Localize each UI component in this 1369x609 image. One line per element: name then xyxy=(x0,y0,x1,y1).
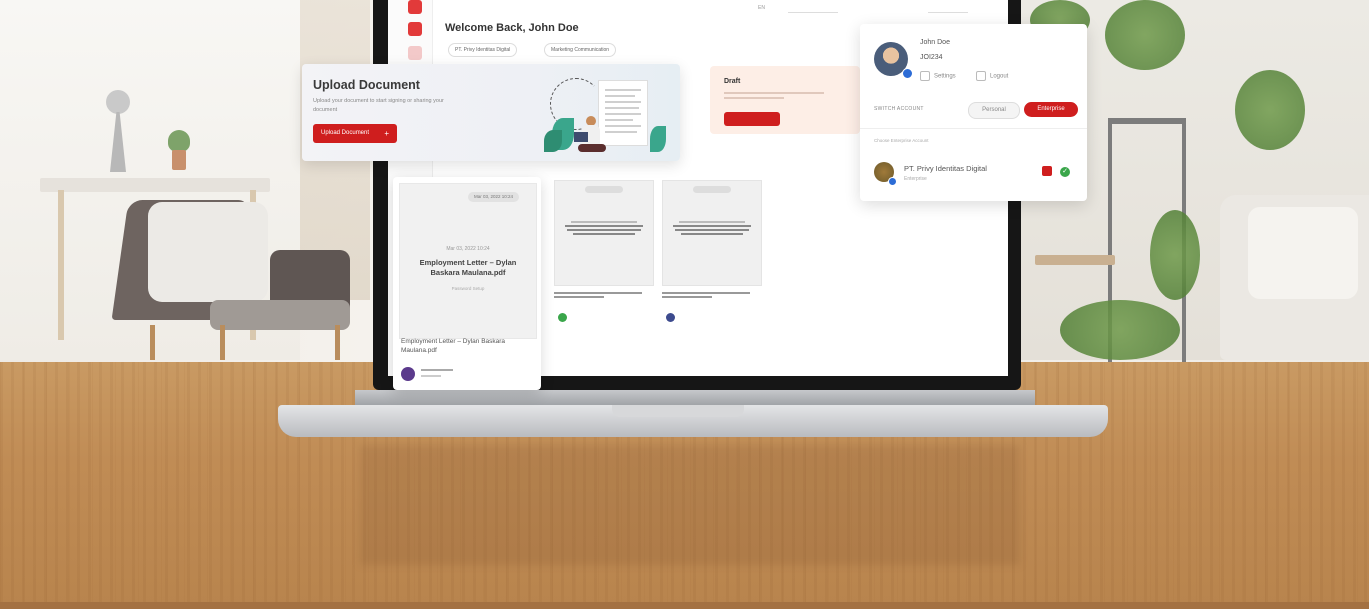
upload-document-button[interactable]: Upload Document + xyxy=(313,124,397,143)
console-table xyxy=(40,178,270,192)
plus-icon: + xyxy=(384,129,389,138)
lamp xyxy=(100,90,136,174)
date-pill xyxy=(693,186,731,193)
topbar-search[interactable] xyxy=(788,5,838,13)
potted-plant xyxy=(168,130,190,170)
console-leg xyxy=(58,190,64,340)
upload-title: Upload Document xyxy=(313,78,420,92)
document-illustration xyxy=(598,80,648,146)
draft-button[interactable] xyxy=(724,112,780,126)
sidebar-doc-icon[interactable] xyxy=(408,46,422,60)
plant xyxy=(1150,210,1200,300)
document-meta xyxy=(662,290,760,300)
settings-label: Settings xyxy=(934,73,956,80)
topbar-lang[interactable]: EN xyxy=(758,5,765,11)
document-name: Employment Letter – Dylan Baskara Maulan… xyxy=(419,258,517,277)
date-pill xyxy=(585,186,623,193)
password-note: Password Setup xyxy=(451,286,485,291)
document-file-name: Employment Letter – Dylan Baskara Maulan… xyxy=(401,338,506,354)
document-meta xyxy=(554,290,652,300)
upload-description: Upload your document to start signing or… xyxy=(313,98,444,113)
enterprise-icon xyxy=(1042,166,1052,176)
plant xyxy=(1060,300,1180,360)
account-name: John Doe xyxy=(920,39,950,46)
document-preview: Mar 03, 2022 10:24 Mar 03, 2022 10:24 Em… xyxy=(399,183,537,339)
gear-icon xyxy=(920,71,930,81)
department-chip[interactable]: Marketing Communication xyxy=(544,43,617,57)
enterprise-button[interactable]: Enterprise xyxy=(1024,102,1078,117)
verified-badge-icon xyxy=(902,68,913,79)
upload-button-label: Upload Document xyxy=(321,130,370,136)
document-title-lines xyxy=(669,219,755,237)
stool xyxy=(1035,255,1115,265)
draft-card: Draft xyxy=(710,66,860,134)
account-switcher-card: John Doe JOI234 Settings Logout SWITCH A… xyxy=(860,24,1087,201)
avatar xyxy=(558,313,567,322)
enterprise-name: PT. Privy Identitas Digital xyxy=(904,164,987,173)
armchair xyxy=(111,200,350,360)
draft-title: Draft xyxy=(724,78,741,85)
topbar-user[interactable] xyxy=(928,5,968,13)
owner-meta xyxy=(421,369,453,377)
enterprise-section-label: Choose Enterprise Account xyxy=(874,138,929,143)
avatar xyxy=(401,367,415,381)
logout-icon xyxy=(976,71,986,81)
laptop-reflection xyxy=(360,445,1020,565)
document-title-lines xyxy=(561,219,647,237)
logout-link[interactable]: Logout xyxy=(976,71,1008,81)
upload-document-card: Upload Document Upload your document to … xyxy=(302,64,680,161)
personal-button[interactable]: Personal xyxy=(968,102,1020,119)
document-thumbnail[interactable] xyxy=(554,180,654,286)
marketing-scene: EN Welcome Back, John Doe PT. Privy Iden… xyxy=(0,0,1369,609)
date-pill: Mar 03, 2022 10:24 xyxy=(468,192,520,202)
verified-badge-icon xyxy=(888,177,897,186)
settings-link[interactable]: Settings xyxy=(920,71,956,81)
logout-label: Logout xyxy=(990,73,1009,80)
laptop-notch xyxy=(612,405,744,417)
switch-account-label: SWITCH ACCOUNT xyxy=(874,106,924,112)
enterprise-type: Enterprise xyxy=(904,176,927,182)
plant xyxy=(1235,70,1305,150)
avatar xyxy=(666,313,675,322)
company-chip[interactable]: PT. Privy Identitas Digital xyxy=(448,43,518,57)
document-card[interactable]: Mar 03, 2022 10:24 Mar 03, 2022 10:24 Em… xyxy=(393,177,541,390)
draft-description xyxy=(724,92,834,99)
table-edge xyxy=(0,602,1369,609)
check-icon[interactable]: ✓ xyxy=(1060,167,1070,177)
welcome-heading: Welcome Back, John Doe xyxy=(445,22,579,34)
laptop-hinge xyxy=(355,390,1035,406)
document-thumbnail[interactable] xyxy=(662,180,762,286)
sidebar-home-icon[interactable] xyxy=(408,0,422,14)
upload-illustration xyxy=(542,72,672,156)
document-date: Mar 03, 2022 10:24 xyxy=(446,246,490,252)
divider xyxy=(860,128,1087,129)
plant xyxy=(1105,0,1185,70)
sofa xyxy=(1220,195,1369,360)
sidebar-add-icon[interactable] xyxy=(408,22,422,36)
account-id: JOI234 xyxy=(920,54,943,61)
